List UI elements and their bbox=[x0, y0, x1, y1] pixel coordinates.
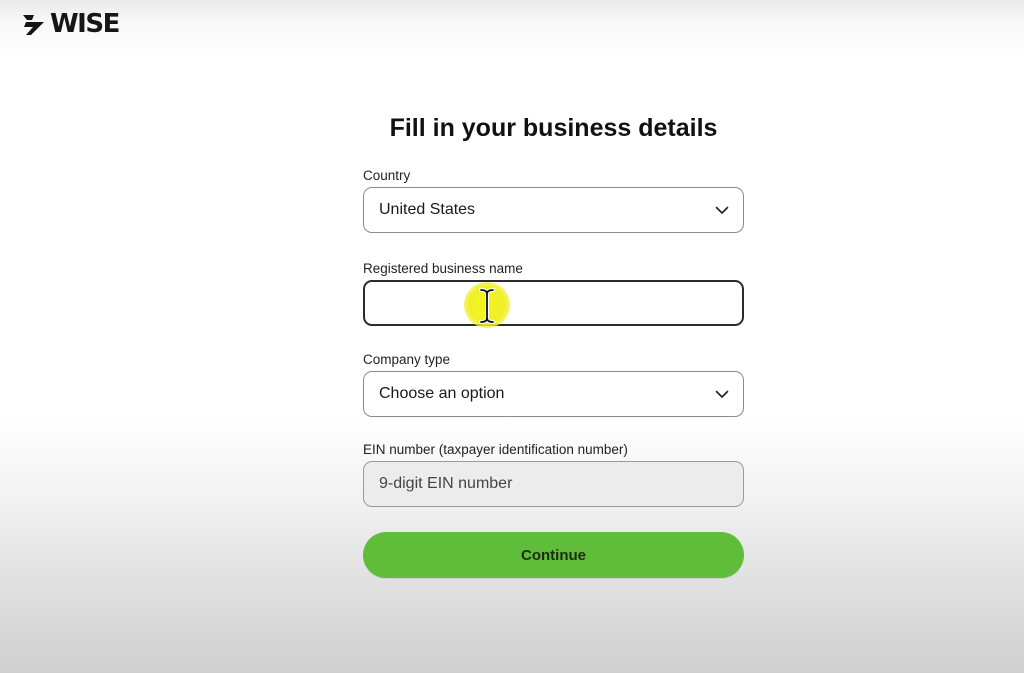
wise-logo-text: WISE bbox=[50, 9, 120, 39]
country-select[interactable]: United States bbox=[363, 187, 744, 233]
business-name-input[interactable] bbox=[363, 280, 744, 326]
ein-label: EIN number (taxpayer identification numb… bbox=[363, 442, 628, 457]
ein-placeholder: 9-digit EIN number bbox=[379, 475, 513, 492]
continue-button-label: Continue bbox=[521, 546, 586, 564]
wise-flag-icon bbox=[23, 15, 44, 35]
company-type-label: Company type bbox=[363, 352, 451, 367]
ein-input[interactable]: 9-digit EIN number bbox=[363, 461, 744, 507]
country-value: United States bbox=[379, 201, 476, 218]
country-field: Country United States bbox=[363, 168, 744, 233]
business-name-label: Registered business name bbox=[363, 261, 523, 276]
company-type-field: Company type Choose an option bbox=[363, 352, 744, 417]
chevron-down-icon bbox=[715, 206, 729, 215]
country-label: Country bbox=[363, 168, 411, 183]
company-type-select[interactable]: Choose an option bbox=[363, 371, 744, 417]
wise-logo[interactable]: WISE bbox=[22, 8, 120, 40]
ein-field: EIN number (taxpayer identification numb… bbox=[363, 442, 744, 507]
continue-button[interactable]: Continue bbox=[363, 532, 744, 578]
text-cursor-icon bbox=[477, 288, 497, 329]
page-title: Fill in your business details bbox=[389, 114, 718, 142]
chevron-down-icon bbox=[715, 390, 729, 399]
company-type-value: Choose an option bbox=[379, 385, 505, 402]
business-name-field: Registered business name bbox=[363, 261, 744, 326]
